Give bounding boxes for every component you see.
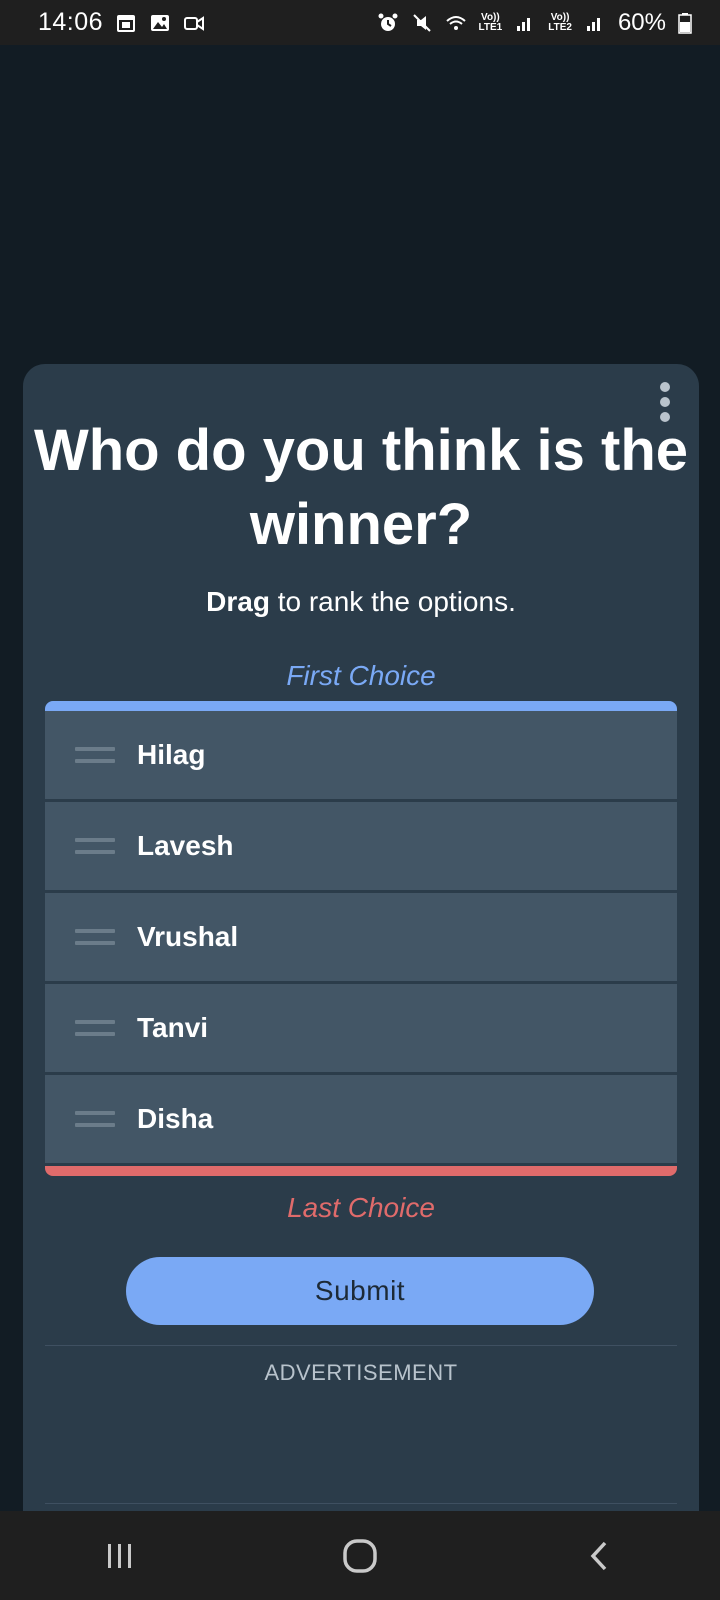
advertisement-label: ADVERTISEMENT: [264, 1360, 458, 1385]
mute-icon: [412, 13, 431, 32]
status-bar: 14:06 Vo)) LTE1 Vo)) LTE2 60%: [0, 0, 720, 45]
drag-handle-icon[interactable]: [75, 1020, 115, 1036]
submit-button[interactable]: Submit: [126, 1257, 594, 1325]
drag-handle-icon[interactable]: [75, 1111, 115, 1127]
drag-handle-icon[interactable]: [75, 929, 115, 945]
status-time: 14:06: [38, 8, 104, 36]
rank-item[interactable]: Lavesh: [45, 802, 677, 893]
battery-percent: 60%: [617, 8, 666, 36]
poll-instruction: Drag to rank the options.: [23, 586, 699, 618]
last-choice-bar: [45, 1166, 677, 1176]
rank-item[interactable]: Hilag: [45, 711, 677, 802]
alarm-icon: [378, 13, 398, 31]
rank-list: Hilag Lavesh Vrushal Tanvi Disha: [45, 701, 677, 1176]
signal-icon: [517, 17, 531, 31]
rank-item-label: Vrushal: [137, 921, 239, 952]
battery-icon: [678, 12, 692, 34]
rank-item-label: Disha: [137, 1103, 214, 1134]
signal-icon: [586, 17, 600, 31]
video-icon: [184, 15, 205, 31]
rank-item-label: Tanvi: [137, 1012, 209, 1043]
divider: [45, 1503, 677, 1504]
first-choice-label: First Choice: [286, 660, 436, 691]
calendar-icon: [117, 14, 136, 32]
screen: 14:06 Vo)) LTE1 Vo)) LTE2 60% Who do you…: [0, 0, 720, 1600]
gallery-icon: [151, 14, 170, 31]
poll-card: Who do you think is the winner? Drag to …: [23, 364, 699, 1524]
status-left: 14:06: [38, 8, 205, 37]
instruction-rest: to rank the options.: [269, 586, 516, 617]
lte2-label: LTE2: [548, 21, 572, 33]
lte2-indicator: Vo)) LTE2: [548, 11, 572, 33]
navigation-bar: [0, 1511, 720, 1600]
home-icon[interactable]: [330, 1526, 390, 1586]
lte1-label: LTE1: [478, 21, 503, 33]
instruction-bold: Drag: [206, 586, 270, 617]
rank-item[interactable]: Tanvi: [45, 984, 677, 1075]
poll-question: Who do you think is the winner?: [33, 418, 689, 557]
lte1-indicator: Vo)) LTE1: [478, 11, 503, 33]
rank-item[interactable]: Disha: [45, 1075, 677, 1166]
last-choice-label: Last Choice: [287, 1192, 435, 1223]
drag-handle-icon[interactable]: [75, 747, 115, 763]
first-choice-bar: [45, 701, 677, 711]
volte1-label: Vo)): [481, 11, 500, 23]
recent-apps-icon[interactable]: [90, 1526, 150, 1586]
wifi-icon: [445, 15, 466, 30]
rank-item-label: Hilag: [137, 739, 206, 770]
volte2-label: Vo)): [550, 11, 570, 23]
drag-handle-icon[interactable]: [75, 838, 115, 854]
status-right: Vo)) LTE1 Vo)) LTE2 60%: [377, 9, 692, 37]
back-icon[interactable]: [570, 1526, 630, 1586]
rank-item[interactable]: Vrushal: [45, 893, 677, 984]
divider: [45, 1345, 677, 1346]
rank-item-label: Lavesh: [137, 830, 234, 861]
